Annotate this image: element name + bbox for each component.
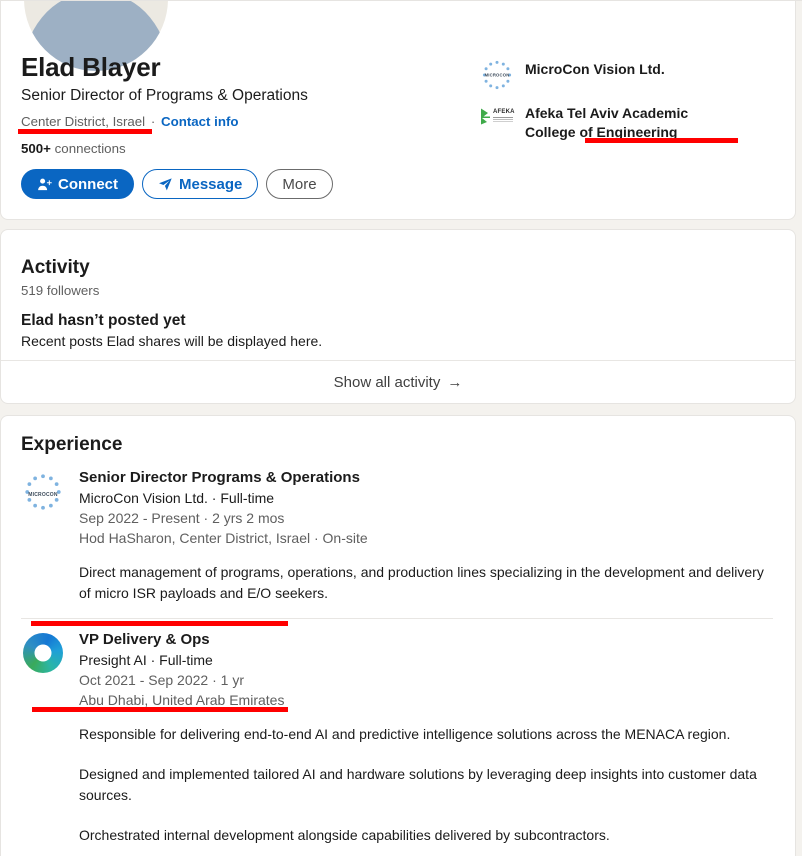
show-all-activity-button[interactable]: Show all activity → — [1, 361, 795, 404]
activity-empty-subtitle: Recent posts Elad shares will be display… — [21, 333, 323, 349]
show-all-activity-label: Show all activity — [333, 374, 441, 391]
profile-location: Center District, Israel — [21, 114, 146, 129]
experience-company: Presight AI · Full-time — [79, 652, 213, 668]
highlight-afeka — [585, 138, 738, 143]
experience-dates: Sep 2022 - Present · 2 yrs 2 mos — [79, 510, 285, 526]
microcon-logo: MICROCON — [21, 468, 67, 514]
presight-ring — [23, 633, 63, 673]
connect-button[interactable]: Connect — [21, 169, 134, 199]
microcon-logo-text: MICROCON — [28, 492, 58, 498]
experience-description-paragraph: Orchestrated internal development alongs… — [79, 827, 610, 843]
afeka-logo-text: AFEKA — [493, 109, 515, 115]
presight-logo — [21, 630, 67, 676]
experience-item-body: Senior Director Programs & Operations Mi… — [79, 468, 773, 604]
more-button-label: More — [282, 175, 317, 193]
experience-card: Experience MICROCON Senior Director Prog… — [0, 415, 796, 856]
arrow-right-icon: → — [447, 374, 463, 391]
experience-role[interactable]: Senior Director Programs & Operations — [79, 468, 773, 488]
experience-role[interactable]: VP Delivery & Ops — [79, 630, 773, 650]
profile-card: Elad Blayer Senior Director of Programs … — [0, 0, 796, 220]
organization-item-school[interactable]: AFEKA Afeka Tel Aviv Academic College of… — [481, 103, 741, 142]
experience-description-paragraph: Direct management of programs, operation… — [79, 564, 764, 601]
experience-location: Hod HaSharon, Center District, Israel · … — [79, 530, 368, 546]
activity-section-title: Activity — [21, 257, 90, 278]
activity-empty-title: Elad hasn’t posted yet — [21, 312, 186, 329]
microcon-logo: MICROCON — [481, 59, 513, 91]
experience-item: VP Delivery & Ops Presight AI · Full-tim… — [21, 630, 773, 846]
connect-button-label: Connect — [58, 175, 118, 193]
highlight-location — [18, 129, 152, 134]
location-separator: · — [150, 114, 156, 129]
more-button[interactable]: More — [266, 169, 333, 199]
send-icon — [158, 177, 173, 192]
linkedin-profile-page: Elad Blayer Senior Director of Programs … — [0, 0, 802, 856]
organization-item-company[interactable]: MICROCON MicroCon Vision Ltd. — [481, 59, 741, 91]
microcon-logo-text: MICROCON — [484, 72, 510, 78]
message-button-label: Message — [179, 175, 243, 193]
connections-number: 500+ — [21, 141, 51, 156]
afeka-logo: AFEKA — [481, 103, 515, 135]
highlight-abu-dhabi — [32, 707, 288, 712]
profile-action-buttons: Connect Message More — [21, 169, 333, 199]
page-title: Elad Blayer — [21, 52, 161, 82]
experience-description-paragraph: Designed and implemented tailored AI and… — [79, 766, 757, 803]
afeka-logo-subtext — [493, 117, 513, 118]
experience-item-divider — [21, 618, 773, 619]
experience-item-body: VP Delivery & Ops Presight AI · Full-tim… — [79, 630, 773, 846]
message-button[interactable]: Message — [142, 169, 259, 199]
contact-info-link[interactable]: Contact info — [161, 114, 239, 129]
person-add-icon — [37, 177, 52, 192]
page-top-divider — [0, 0, 802, 1]
experience-item: MICROCON Senior Director Programs & Oper… — [21, 468, 773, 604]
experience-description: Direct management of programs, operation… — [79, 562, 773, 604]
activity-card: Activity 519 followers Elad hasn’t poste… — [0, 229, 796, 404]
experience-dates: Oct 2021 - Sep 2022 · 1 yr — [79, 672, 244, 688]
highlight-vp-role — [31, 621, 288, 626]
connections-count: 500+ connections — [21, 141, 126, 156]
experience-description: Responsible for delivering end-to-end AI… — [79, 724, 773, 846]
experience-description-paragraph: Responsible for delivering end-to-end AI… — [79, 726, 731, 742]
organization-name: MicroCon Vision Ltd. — [525, 61, 665, 77]
experience-company: MicroCon Vision Ltd. · Full-time — [79, 490, 275, 506]
connections-label: connections — [54, 141, 126, 156]
organization-name: Afeka Tel Aviv Academic College of Engin… — [525, 105, 689, 140]
activity-followers: 519 followers — [21, 283, 100, 298]
profile-headline: Senior Director of Programs & Operations — [21, 87, 308, 104]
experience-section-title: Experience — [21, 434, 123, 455]
profile-location-row: Center District, Israel · Contact info — [21, 114, 239, 129]
